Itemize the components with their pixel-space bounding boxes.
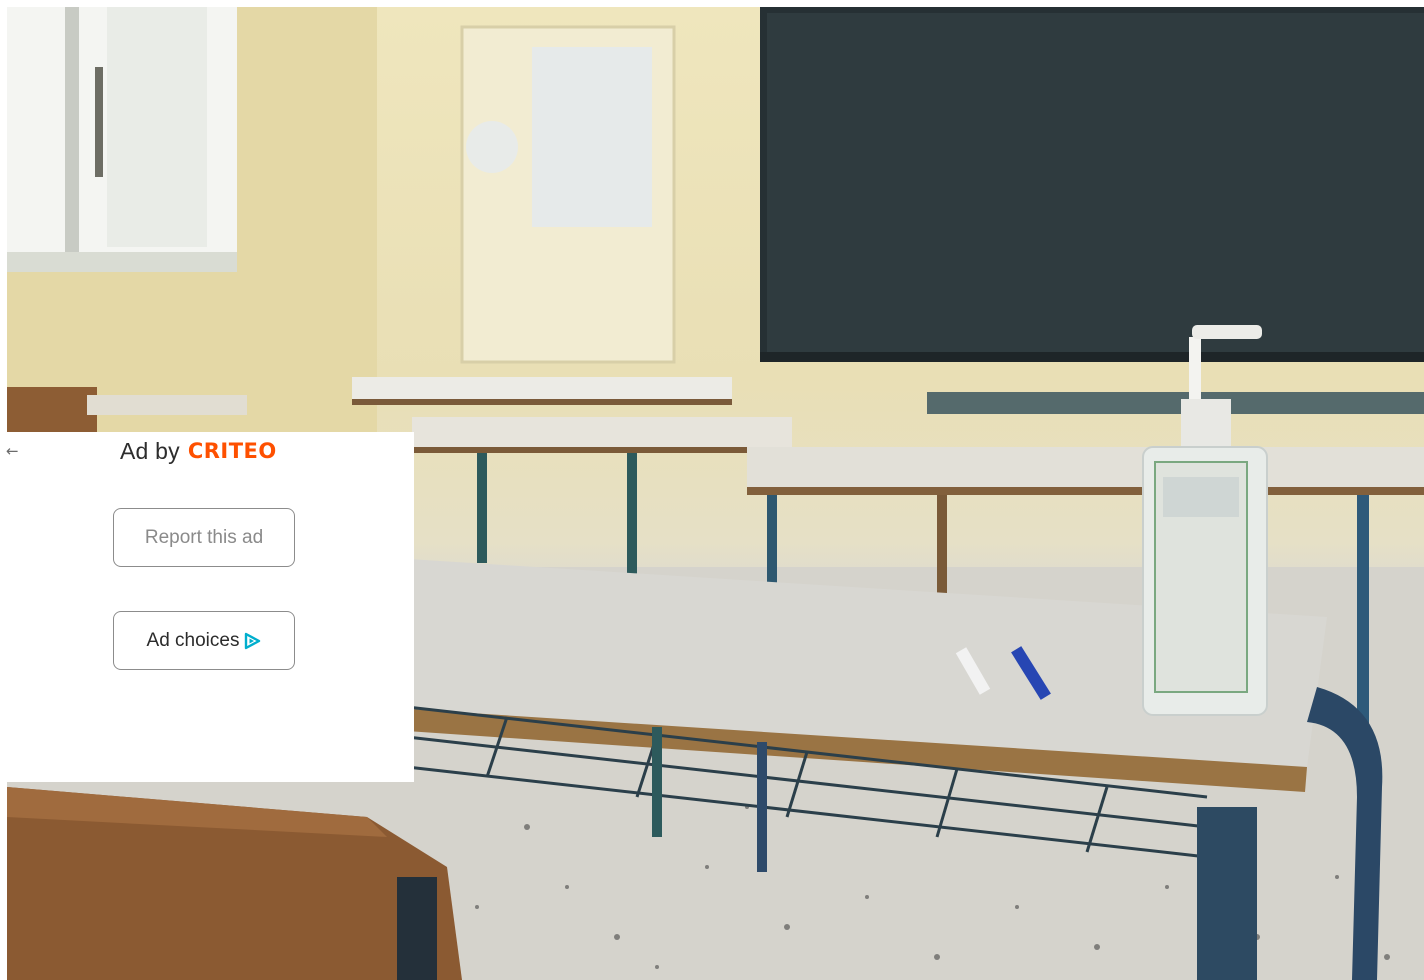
ad-overlay: ← Ad by CRITEO Report this ad Ad choices bbox=[0, 432, 414, 782]
page: ← Ad by CRITEO Report this ad Ad choices bbox=[0, 0, 1424, 980]
ad-attribution: Ad by CRITEO bbox=[120, 436, 277, 466]
report-ad-button[interactable]: Report this ad bbox=[113, 508, 295, 567]
ad-choices-button[interactable]: Ad choices bbox=[113, 611, 295, 670]
ad-by-label: Ad by bbox=[120, 437, 180, 464]
report-ad-label: Report this ad bbox=[144, 526, 264, 548]
arrow-left-icon[interactable]: ← bbox=[6, 441, 22, 461]
adchoices-triangle-icon bbox=[244, 632, 261, 650]
ad-choices-label: Ad choices bbox=[146, 629, 240, 651]
criteo-logo[interactable]: CRITEO bbox=[188, 439, 277, 463]
